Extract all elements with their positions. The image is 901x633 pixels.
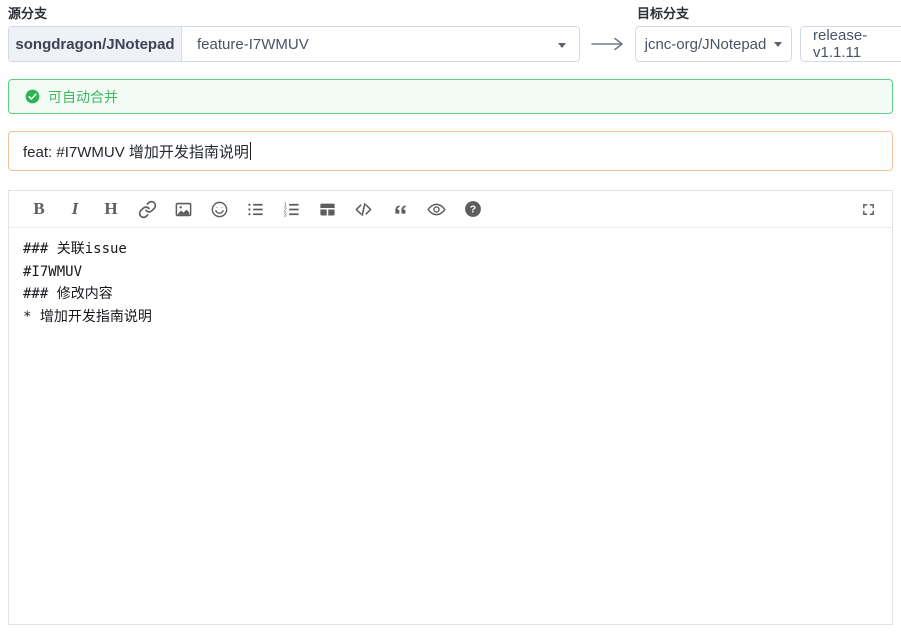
editor-line: #I7WMUV (23, 261, 878, 284)
target-branch-label: 目标分支 (637, 3, 689, 22)
source-repo-segment[interactable]: songdragon/JNotepad (9, 27, 182, 61)
pr-title-text: feat: #I7WMUV 增加开发指南说明 (23, 141, 249, 162)
source-branch-dropdown[interactable]: feature-I7WMUV (182, 27, 579, 61)
target-repo-value: jcnc-org/JNotepad (645, 36, 767, 53)
svg-text:3: 3 (283, 212, 286, 218)
text-cursor (250, 142, 251, 160)
editor-line: * 增加开发指南说明 (23, 306, 878, 329)
source-branch-selector: songdragon/JNotepad feature-I7WMUV (8, 26, 580, 62)
quote-button[interactable] (390, 192, 410, 227)
editor-content-area[interactable]: ### 关联issue #I7WMUV ### 修改内容 * 增加开发指南说明 (9, 228, 892, 614)
target-branch-dropdown[interactable]: release-v1.1.11 (800, 26, 901, 62)
help-button[interactable]: ? (463, 192, 483, 227)
chevron-down-icon (774, 42, 782, 47)
table-button[interactable] (317, 192, 337, 227)
check-circle-icon (25, 89, 40, 104)
editor-toolbar: B I H (9, 191, 892, 228)
heading-button[interactable]: H (101, 192, 121, 227)
chevron-down-icon (558, 43, 566, 48)
code-button[interactable] (353, 192, 374, 227)
unordered-list-button[interactable] (245, 192, 265, 227)
emoji-icon (210, 200, 229, 219)
link-icon (138, 200, 157, 219)
help-icon: ? (464, 200, 482, 218)
markdown-editor: B I H (8, 190, 893, 625)
merge-direction-arrow-icon (586, 26, 630, 62)
image-icon (174, 200, 193, 219)
preview-button[interactable] (426, 192, 447, 227)
merge-status-banner: 可自动合并 (8, 79, 893, 114)
italic-button[interactable]: I (65, 192, 85, 227)
fullscreen-icon (861, 202, 876, 217)
source-branch-label: 源分支 (8, 3, 47, 22)
target-repo-dropdown[interactable]: jcnc-org/JNotepad (635, 26, 792, 62)
link-button[interactable] (137, 192, 157, 227)
quote-icon (391, 200, 410, 219)
unordered-list-icon (246, 200, 265, 219)
ordered-list-button[interactable]: 1 2 3 (281, 192, 301, 227)
emoji-button[interactable] (209, 192, 229, 227)
table-icon (318, 200, 337, 219)
pr-title-input[interactable]: feat: #I7WMUV 增加开发指南说明 (8, 131, 893, 171)
preview-eye-icon (426, 200, 447, 219)
target-branch-value: release-v1.1.11 (813, 27, 901, 61)
image-button[interactable] (173, 192, 193, 227)
code-icon (353, 200, 374, 219)
editor-line: ### 修改内容 (23, 283, 878, 306)
editor-line: ### 关联issue (23, 238, 878, 261)
svg-text:?: ? (470, 204, 476, 216)
bold-button[interactable]: B (29, 192, 49, 227)
fullscreen-button[interactable] (858, 192, 878, 227)
source-branch-value: feature-I7WMUV (197, 36, 309, 53)
merge-status-text: 可自动合并 (48, 87, 118, 107)
ordered-list-icon: 1 2 3 (282, 200, 301, 219)
